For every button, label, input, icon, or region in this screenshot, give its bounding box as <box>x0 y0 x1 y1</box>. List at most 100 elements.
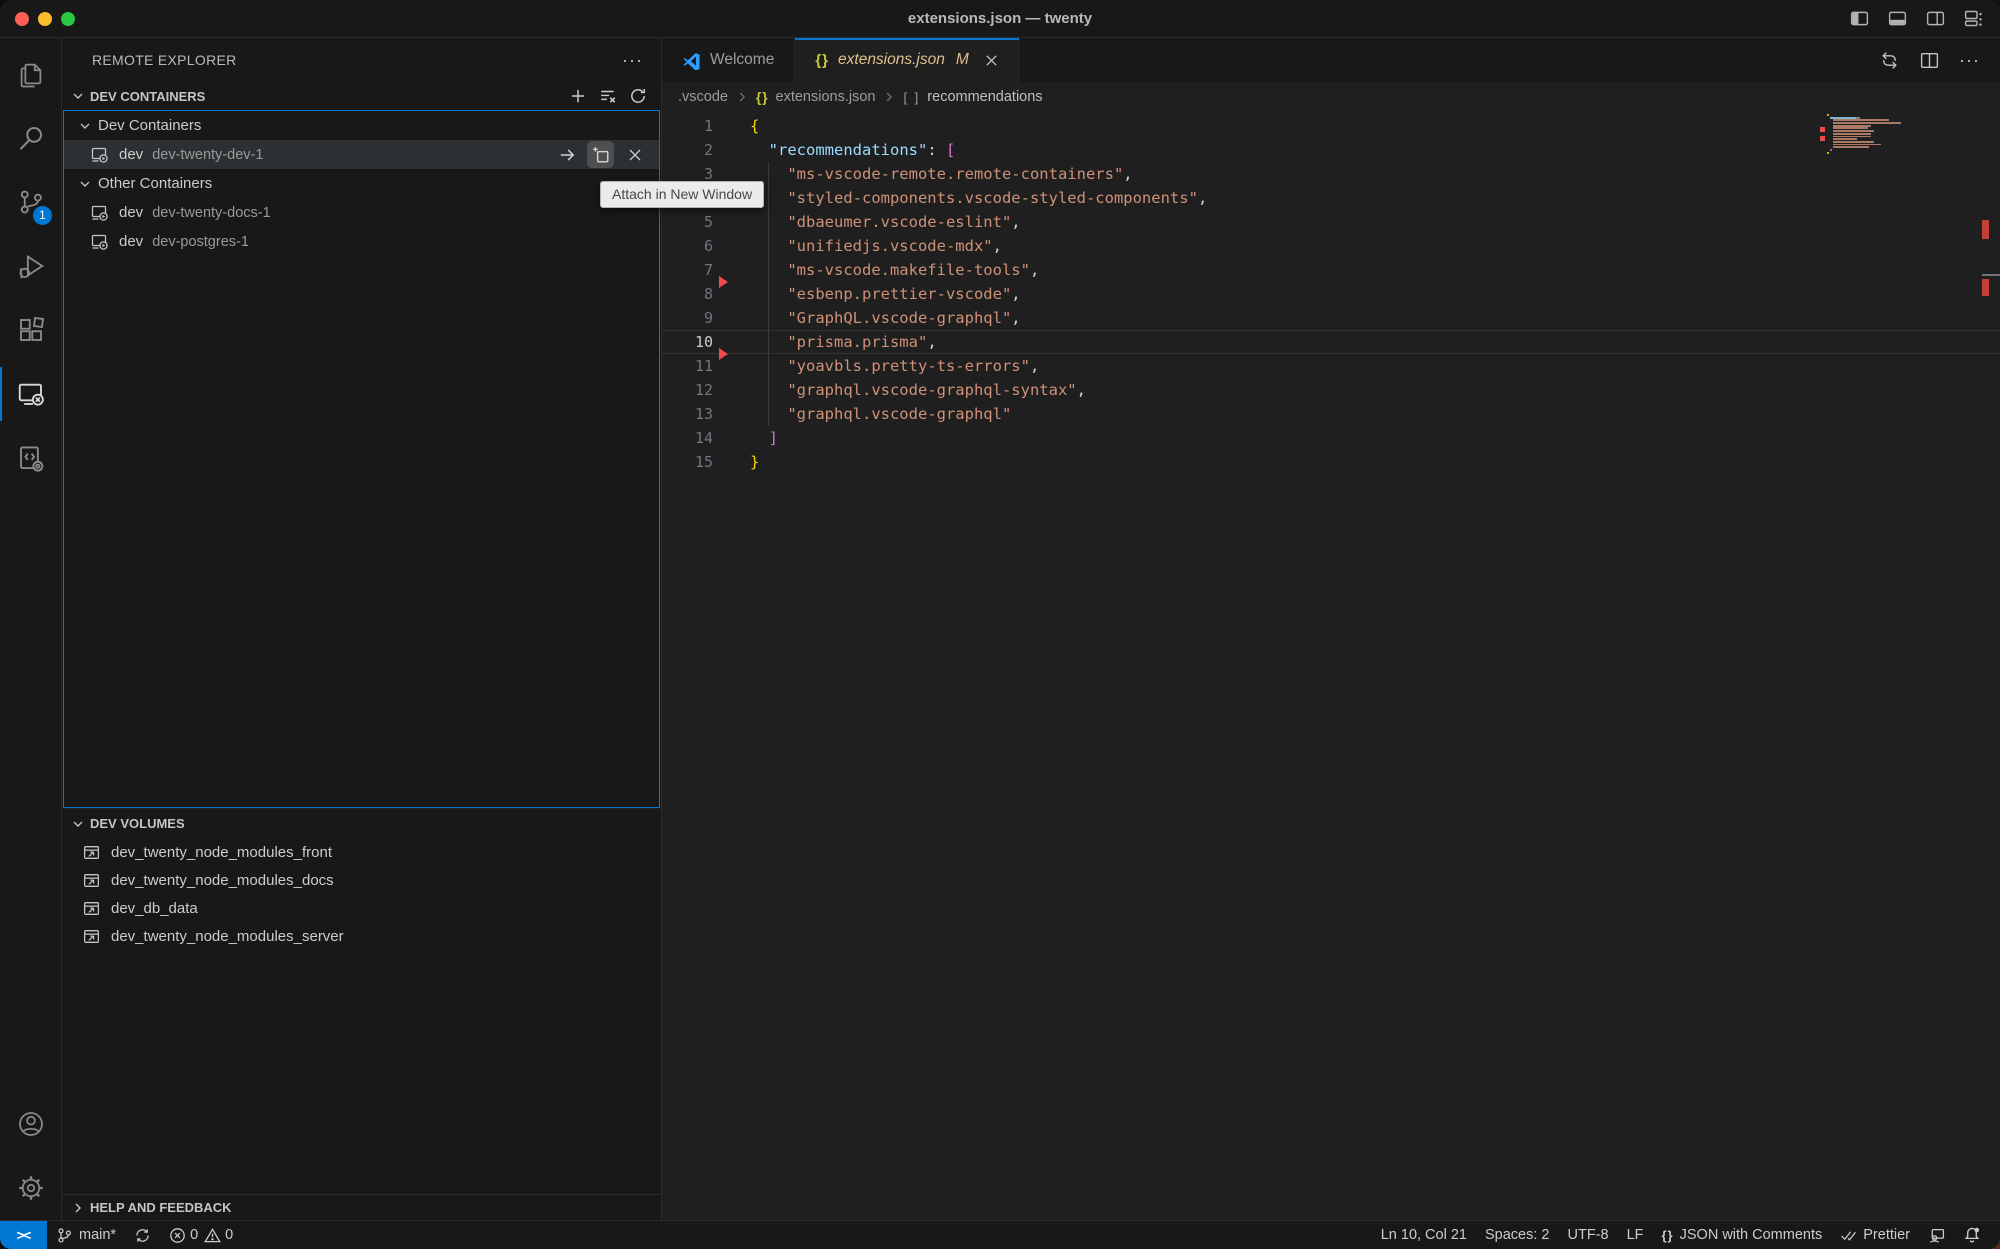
clean-containers-icon[interactable] <box>599 87 617 105</box>
activity-run-debug[interactable] <box>0 234 61 298</box>
tab-welcome[interactable]: Welcome <box>662 38 795 82</box>
tree-group-dev-containers[interactable]: Dev Containers <box>64 111 659 140</box>
section-dev-containers[interactable]: DEV CONTAINERS <box>62 82 661 110</box>
language-mode-item[interactable]: {} JSON with Comments <box>1653 1221 1832 1249</box>
code-line[interactable]: 11 "yoavbls.pretty-ts-errors", <box>662 354 2000 378</box>
line-number[interactable]: 6 <box>662 234 713 258</box>
sidebar-more-actions-icon[interactable]: ··· <box>622 50 643 71</box>
breadcrumb-folder[interactable]: .vscode <box>678 89 728 105</box>
indentation-label: Spaces: 2 <box>1485 1227 1550 1243</box>
volume-icon <box>82 871 101 890</box>
feedback-item[interactable] <box>1919 1221 1954 1249</box>
remote-indicator[interactable]: >< <box>0 1221 47 1249</box>
code-line[interactable]: 10 "prisma.prisma", <box>662 330 2000 354</box>
line-number[interactable]: 7 <box>662 258 713 282</box>
open-changes-icon[interactable] <box>1879 50 1900 71</box>
code-line[interactable]: 5 "dbaeumer.vscode-eslint", <box>662 210 2000 234</box>
volume-item[interactable]: dev_twenty_node_modules_server <box>62 922 661 950</box>
line-number[interactable]: 1 <box>662 114 713 138</box>
group-label: Dev Containers <box>98 117 201 134</box>
notifications-item[interactable] <box>1954 1221 1990 1249</box>
refresh-icon[interactable] <box>629 87 647 105</box>
overview-ruler[interactable] <box>1982 112 2000 1220</box>
line-content: ] <box>713 426 2000 450</box>
zoom-window-button[interactable] <box>61 12 75 26</box>
code-line[interactable]: 4 "styled-components.vscode-styled-compo… <box>662 186 2000 210</box>
close-window-button[interactable] <box>15 12 29 26</box>
toggle-panel-icon[interactable] <box>1887 8 1908 29</box>
cursor-position-item[interactable]: Ln 10, Col 21 <box>1372 1221 1476 1249</box>
activity-account[interactable] <box>0 1092 61 1156</box>
containers-icon <box>16 443 46 473</box>
tab-extensions-json[interactable]: {} extensions.json M <box>795 38 1019 82</box>
line-number[interactable]: 11 <box>662 354 713 378</box>
toggle-primary-sidebar-icon[interactable] <box>1849 8 1870 29</box>
code-line[interactable]: 8 "esbenp.prettier-vscode", <box>662 282 2000 306</box>
close-tab-button[interactable] <box>984 53 999 68</box>
formatter-item[interactable]: Prettier <box>1831 1221 1919 1249</box>
line-number[interactable]: 10 <box>662 330 713 354</box>
section-help-feedback[interactable]: HELP AND FEEDBACK <box>62 1194 661 1220</box>
minimap[interactable] <box>1827 114 1947 154</box>
code-line[interactable]: 6 "unifiedjs.vscode-mdx", <box>662 234 2000 258</box>
section-dev-volumes[interactable]: DEV VOLUMES <box>62 808 661 838</box>
volume-item[interactable]: dev_db_data <box>62 894 661 922</box>
line-number[interactable]: 9 <box>662 306 713 330</box>
editor-more-actions-icon[interactable]: ··· <box>1959 50 1980 71</box>
line-number[interactable]: 14 <box>662 426 713 450</box>
encoding-item[interactable]: UTF-8 <box>1558 1221 1617 1249</box>
activity-bar: 1 <box>0 38 62 1220</box>
volume-item[interactable]: dev_twenty_node_modules_front <box>62 838 661 866</box>
code-editor[interactable]: 1{2 "recommendations": [3 "ms-vscode-rem… <box>662 112 2000 1220</box>
line-number[interactable]: 5 <box>662 210 713 234</box>
new-container-icon[interactable] <box>569 87 587 105</box>
activity-explorer[interactable] <box>0 42 61 106</box>
activity-search[interactable] <box>0 106 61 170</box>
indentation-item[interactable]: Spaces: 2 <box>1476 1221 1559 1249</box>
activity-containers[interactable] <box>0 426 61 490</box>
section-title: DEV CONTAINERS <box>90 89 205 104</box>
tree-group-other-containers[interactable]: Other Containers <box>64 169 659 198</box>
toggle-secondary-sidebar-icon[interactable] <box>1925 8 1946 29</box>
code-line[interactable]: 9 "GraphQL.vscode-graphql", <box>662 306 2000 330</box>
customize-layout-icon[interactable] <box>1963 8 1984 29</box>
code-line[interactable]: 1{ <box>662 114 2000 138</box>
activity-remote-explorer[interactable] <box>0 362 61 426</box>
breadcrumb-file[interactable]: extensions.json <box>776 89 876 105</box>
tooltip-attach-new-window: Attach in New Window <box>600 181 764 208</box>
tree-item-dev-twenty-dev-1[interactable]: dev dev-twenty-dev-1 <box>64 140 659 169</box>
code-line[interactable]: 3 "ms-vscode-remote.remote-containers", <box>662 162 2000 186</box>
attach-new-window-button[interactable] <box>587 141 614 168</box>
attach-current-window-button[interactable] <box>553 141 580 168</box>
line-number[interactable]: 12 <box>662 378 713 402</box>
code-line[interactable]: 7 "ms-vscode.makefile-tools", <box>662 258 2000 282</box>
activity-extensions[interactable] <box>0 298 61 362</box>
code-line[interactable]: 15} <box>662 450 2000 474</box>
line-number[interactable]: 15 <box>662 450 713 474</box>
tree-item-dev-twenty-docs-1[interactable]: dev dev-twenty-docs-1 <box>64 198 659 227</box>
dev-container-icon <box>90 232 110 252</box>
volume-label: dev_db_data <box>111 900 198 917</box>
code-line[interactable]: 13 "graphql.vscode-graphql" <box>662 402 2000 426</box>
run-debug-icon <box>16 251 46 281</box>
activity-source-control[interactable]: 1 <box>0 170 61 234</box>
tree-item-dev-postgres-1[interactable]: dev dev-postgres-1 <box>64 227 659 256</box>
problems-status-item[interactable]: 0 0 <box>160 1221 242 1249</box>
line-number[interactable]: 2 <box>662 138 713 162</box>
sync-status-item[interactable] <box>125 1221 160 1249</box>
json-file-icon: {} <box>756 90 769 105</box>
vscode-window: extensions.json — twenty 1 <box>0 0 2000 1249</box>
code-line[interactable]: 14 ] <box>662 426 2000 450</box>
activity-settings[interactable] <box>0 1156 61 1220</box>
eol-item[interactable]: LF <box>1618 1221 1653 1249</box>
stop-container-button[interactable] <box>621 141 648 168</box>
branch-status-item[interactable]: main* <box>47 1221 125 1249</box>
line-number[interactable]: 8 <box>662 282 713 306</box>
code-line[interactable]: 2 "recommendations": [ <box>662 138 2000 162</box>
volume-item[interactable]: dev_twenty_node_modules_docs <box>62 866 661 894</box>
breadcrumb-symbol[interactable]: recommendations <box>927 89 1042 105</box>
line-number[interactable]: 13 <box>662 402 713 426</box>
split-editor-icon[interactable] <box>1919 50 1940 71</box>
code-line[interactable]: 12 "graphql.vscode-graphql-syntax", <box>662 378 2000 402</box>
minimize-window-button[interactable] <box>38 12 52 26</box>
